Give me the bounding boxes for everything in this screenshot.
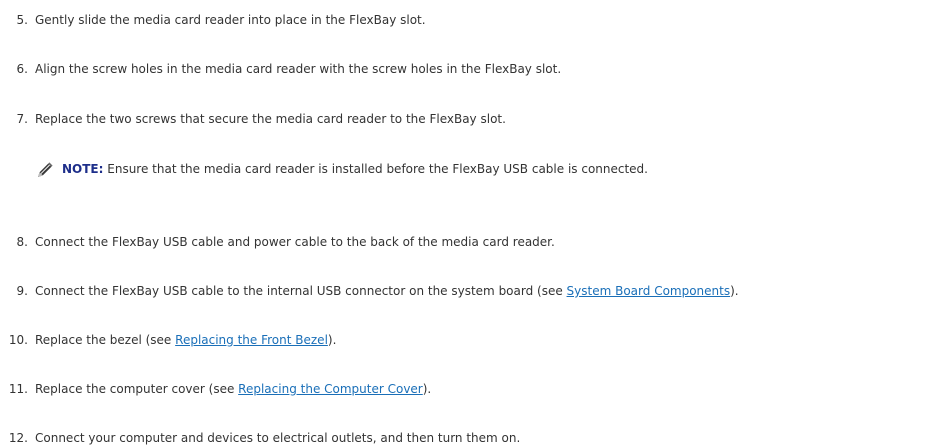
step-number: 12.: [8, 431, 28, 445]
step-text-end: ).: [422, 382, 432, 396]
step-text: Align the screw holes in the media card …: [35, 62, 562, 76]
step-5: 5. Gently slide the media card reader int…: [0, 12, 426, 28]
step-text: Connect the FlexBay USB cable and power …: [35, 235, 555, 249]
instructions-page: 5. Gently slide the media card reader int…: [0, 0, 945, 448]
link-replacing-front-bezel[interactable]: Replacing the Front Bezel: [175, 333, 328, 347]
step-number: 5.: [16, 13, 28, 27]
step-text: Connect your computer and devices to ele…: [35, 431, 521, 445]
step-text: Replace the two screws that secure the m…: [35, 112, 506, 126]
step-9: 9. Connect the FlexBay USB cable to the i…: [0, 283, 739, 299]
note-pencil-icon: [37, 161, 53, 178]
step-11: 11. Replace the computer cover (see Repla…: [0, 381, 431, 397]
step-7: 7. Replace the two screws that secure the…: [0, 111, 506, 127]
step-text: Gently slide the media card reader into …: [35, 13, 426, 27]
note-block: NOTE: Ensure that the media card reader …: [37, 159, 648, 179]
step-number: 6.: [16, 62, 28, 76]
note-label: NOTE:: [62, 162, 104, 176]
step-number: 11.: [8, 382, 28, 396]
step-text: Replace the computer cover (see: [35, 382, 239, 396]
step-number: 9.: [16, 284, 28, 298]
step-text-end: ).: [327, 333, 337, 347]
step-number: 10.: [8, 333, 28, 347]
note-text: Ensure that the media card reader is ins…: [103, 162, 648, 176]
link-system-board-components[interactable]: System Board Components: [567, 284, 731, 298]
step-text: Replace the bezel (see: [35, 333, 176, 347]
step-8: 8. Connect the FlexBay USB cable and powe…: [0, 234, 555, 250]
step-text: Connect the FlexBay USB cable to the int…: [35, 284, 567, 298]
step-6: 6. Align the screw holes in the media car…: [0, 61, 562, 77]
step-text-end: ).: [730, 284, 739, 298]
step-12: 12. Connect your computer and devices to …: [0, 430, 520, 446]
step-10: 10. Replace the bezel (see Replacing the …: [0, 332, 337, 348]
step-number: 7.: [16, 112, 28, 126]
step-number: 8.: [16, 235, 28, 249]
link-replacing-computer-cover[interactable]: Replacing the Computer Cover: [238, 382, 423, 396]
